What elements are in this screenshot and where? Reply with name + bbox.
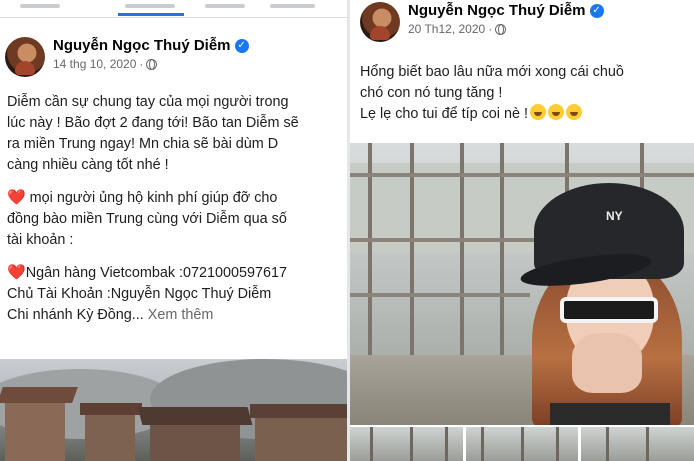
nav-tab-marker[interactable] [125,4,175,8]
photo-thumbnail[interactable] [465,427,579,461]
holder-line: Chủ Tài Khoản :Nguyễn Ngọc Thuý Diễm [7,286,272,302]
heart-icon: ❤️ [7,189,26,206]
author-name[interactable]: Nguyễn Ngọc Thuý Diễm [53,37,231,54]
branch-line: Chi nhánh Kỳ Đồng... Xem thêm [7,307,214,323]
post-paragraph: Diễm cần sự chung tay của mọi người tron… [7,94,299,173]
nav-tab-marker[interactable] [20,4,60,8]
see-more-link[interactable]: Xem thêm [144,307,214,323]
nav-tab-marker[interactable] [270,4,315,8]
post-photo[interactable] [0,359,347,461]
sunglasses [560,297,658,323]
post-header: Nguyễn Ngọc Thuý Diễm ✓ 20 Th12, 2020 · [360,2,604,42]
post-line: Lẹ lẹ cho tui để típ coi nè ! [360,104,694,125]
photo-thumbnail[interactable] [350,427,463,461]
post-date[interactable]: 20 Th12, 2020 [408,22,485,36]
verified-badge-icon: ✓ [234,38,249,53]
hat-logo: NY [606,209,623,223]
post-text: Hổng biết bao lâu nữa mới xong cái chuồ … [360,62,694,125]
meta-separator: · [139,57,144,71]
person-figure: NY [518,183,694,425]
post-header: Nguyễn Ngọc Thuý Diễm ✓ 14 thg 10, 2020 … [5,37,249,77]
active-tab-indicator [118,13,184,16]
grinning-face-icon [530,104,547,120]
verified-badge-icon: ✓ [589,3,604,18]
globe-icon [495,23,507,35]
nav-tab-marker[interactable] [205,4,245,8]
photo-thumbnail[interactable] [581,427,694,461]
heart-icon: ❤️ [7,264,26,281]
avatar[interactable] [360,2,400,42]
post-line: chó con nó tung tăng ! [360,85,503,101]
globe-icon [146,58,158,70]
left-post-card: Nguyễn Ngọc Thuý Diễm ✓ 14 thg 10, 2020 … [0,0,347,461]
post-text: Diễm cần sự chung tay của mọi người tron… [7,92,345,326]
photo-thumbnails [350,427,694,461]
post-photo[interactable]: NY [350,143,694,425]
top-nav-strip [0,0,347,18]
avatar[interactable] [5,37,45,77]
author-name[interactable]: Nguyễn Ngọc Thuý Diễm [408,2,586,19]
bank-line: ❤️Ngân hàng Vietcombak :0721000597617 [7,264,288,281]
post-date[interactable]: 14 thg 10, 2020 [53,57,136,71]
grinning-face-icon [566,104,583,120]
right-post-card: Nguyễn Ngọc Thuý Diễm ✓ 20 Th12, 2020 · … [350,0,694,461]
post-paragraph: ❤️ mọi người ủng hộ kinh phí giúp đỡ cho… [7,189,287,248]
meta-separator: · [488,22,493,36]
grinning-face-icon [548,104,565,120]
post-line: Hổng biết bao lâu nữa mới xong cái chuồ [360,64,624,80]
